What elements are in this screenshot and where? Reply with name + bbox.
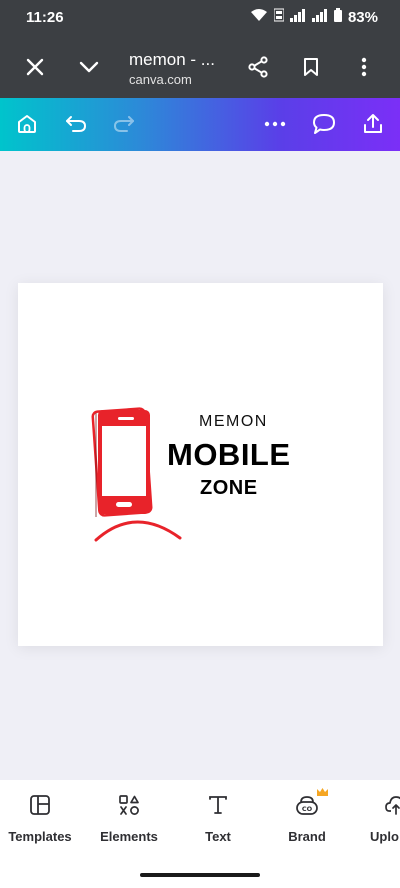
tool-brand[interactable]: CO Brand: [267, 780, 347, 860]
svg-text:CO: CO: [302, 805, 313, 813]
more-horizontal-icon[interactable]: [259, 108, 291, 140]
status-time: 11:26: [26, 9, 64, 26]
wifi-icon: [250, 8, 268, 27]
home-icon[interactable]: [11, 108, 43, 140]
text-icon: [207, 794, 229, 821]
navigation-bar: [0, 860, 400, 888]
home-gesture-handle[interactable]: [140, 873, 260, 877]
comment-icon[interactable]: [308, 108, 340, 140]
status-bar: 11:26 83%: [0, 0, 400, 36]
battery-icon: [333, 8, 342, 27]
editor-toolbar: [0, 98, 400, 151]
undo-icon[interactable]: [60, 108, 92, 140]
browser-bar: memon - ... canva.com: [0, 36, 400, 98]
battery-percent: 83%: [347, 9, 378, 26]
volte-icon: [273, 8, 285, 27]
tool-text[interactable]: Text: [178, 780, 258, 860]
elements-icon: [118, 794, 140, 821]
export-icon[interactable]: [357, 108, 389, 140]
tool-label: Elements: [100, 829, 158, 844]
tool-templates[interactable]: Templates: [0, 780, 80, 860]
tools-bar: Templates Elements Text CO Brand Uplo: [0, 780, 400, 860]
redo-icon[interactable]: [108, 108, 140, 140]
tool-label: Templates: [8, 829, 72, 844]
logo-main-text[interactable]: MOBILE: [167, 437, 291, 473]
crown-icon: [316, 784, 329, 802]
templates-icon: [29, 794, 51, 821]
tool-elements[interactable]: Elements: [89, 780, 169, 860]
tool-label: Uplo: [370, 829, 399, 844]
more-vertical-icon[interactable]: [347, 50, 381, 84]
page-title[interactable]: memon - ...: [129, 50, 215, 70]
logo-brand-text[interactable]: MEMON: [199, 413, 266, 431]
close-icon[interactable]: [18, 50, 52, 84]
signal-icon-2: [311, 8, 328, 27]
signal-icon: [289, 8, 306, 27]
tool-label: Text: [205, 829, 231, 844]
upload-icon: [384, 794, 400, 821]
page-url[interactable]: canva.com: [129, 72, 192, 87]
bookmark-icon[interactable]: [294, 50, 328, 84]
tool-label: Brand: [288, 829, 326, 844]
share-icon[interactable]: [241, 50, 275, 84]
tool-uploads[interactable]: Uplo: [356, 780, 400, 860]
phone-logo-icon[interactable]: [90, 405, 190, 545]
chevron-down-icon[interactable]: [72, 50, 106, 84]
status-icons: 83%: [250, 8, 378, 27]
logo-sub-text[interactable]: ZONE: [200, 477, 258, 500]
